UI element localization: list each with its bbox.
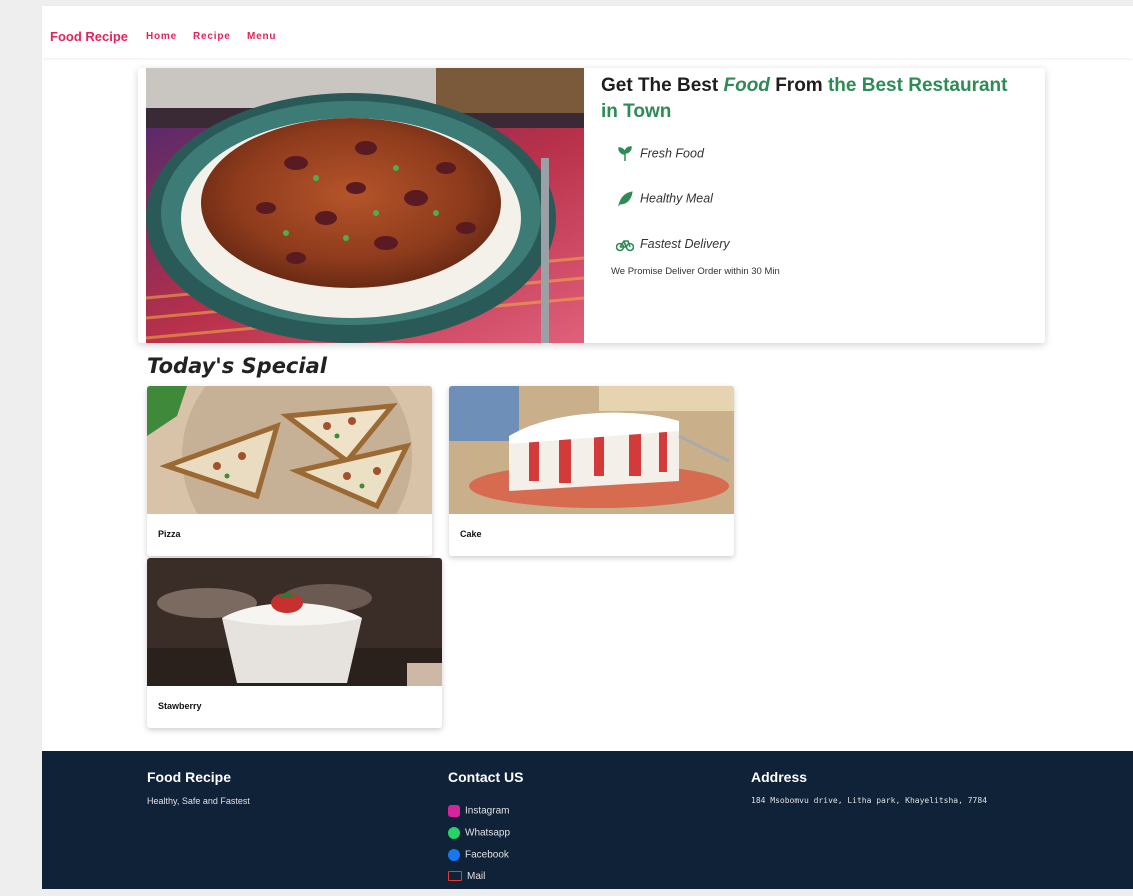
special-card-pizza[interactable]: Pizza	[147, 386, 432, 556]
nav-link-recipe[interactable]: Recipe	[193, 31, 231, 42]
special-label-cake: Cake	[460, 529, 482, 539]
hero-title: Get The Best Food From the Best Restaura…	[601, 75, 1008, 122]
special-label-pizza: Pizza	[158, 529, 181, 539]
special-label-strawberry: Stawberry	[158, 701, 202, 711]
bicycle-icon	[616, 239, 634, 252]
hero-card: Get The Best Food From the Best Restaura…	[138, 68, 1045, 343]
nav-link-menu[interactable]: Menu	[247, 31, 276, 42]
nav-link-home[interactable]: Home	[146, 31, 177, 42]
brand-logo[interactable]: Food Recipe	[50, 29, 128, 44]
strawberry-image	[147, 558, 442, 686]
contact-facebook-link[interactable]: Facebook	[448, 849, 509, 861]
instagram-icon	[448, 805, 460, 817]
seedling-icon	[618, 146, 632, 161]
contact-mail-link[interactable]: Mail	[448, 871, 485, 882]
page: Food Recipe Home Recipe Menu Get The Bes…	[42, 6, 1133, 889]
mail-icon	[448, 871, 462, 882]
feature-fastest-delivery: Fastest Delivery	[616, 237, 730, 252]
contact-whatsapp-link[interactable]: Whatsapp	[448, 827, 510, 839]
whatsapp-icon	[448, 827, 460, 839]
footer-address-title: Address	[751, 769, 808, 785]
cake-image	[449, 386, 734, 514]
hero-food-image	[146, 68, 584, 343]
contact-instagram-link[interactable]: Instagram	[448, 805, 509, 817]
special-card-strawberry[interactable]: Stawberry	[147, 558, 442, 728]
footer-address-text: 184 Msobomvu drive, Litha park, Khayelit…	[751, 796, 988, 805]
special-card-cake[interactable]: Cake	[449, 386, 734, 556]
feature-fresh-food: Fresh Food	[616, 146, 704, 162]
navbar: Food Recipe Home Recipe Menu	[42, 6, 1133, 58]
leaf-icon	[618, 191, 633, 207]
footer-tagline: Healthy, Safe and Fastest	[147, 796, 250, 806]
pizza-image	[147, 386, 432, 514]
footer: Food Recipe Healthy, Safe and Fastest Co…	[42, 751, 1133, 889]
facebook-icon	[448, 849, 460, 861]
feature-healthy-meal: Healthy Meal	[616, 191, 713, 207]
special-heading: Today's Special	[147, 354, 327, 378]
delivery-promise-text: We Promise Deliver Order within 30 Min	[611, 266, 780, 277]
footer-contact-title: Contact US	[448, 769, 524, 785]
footer-brand-title: Food Recipe	[147, 769, 232, 785]
